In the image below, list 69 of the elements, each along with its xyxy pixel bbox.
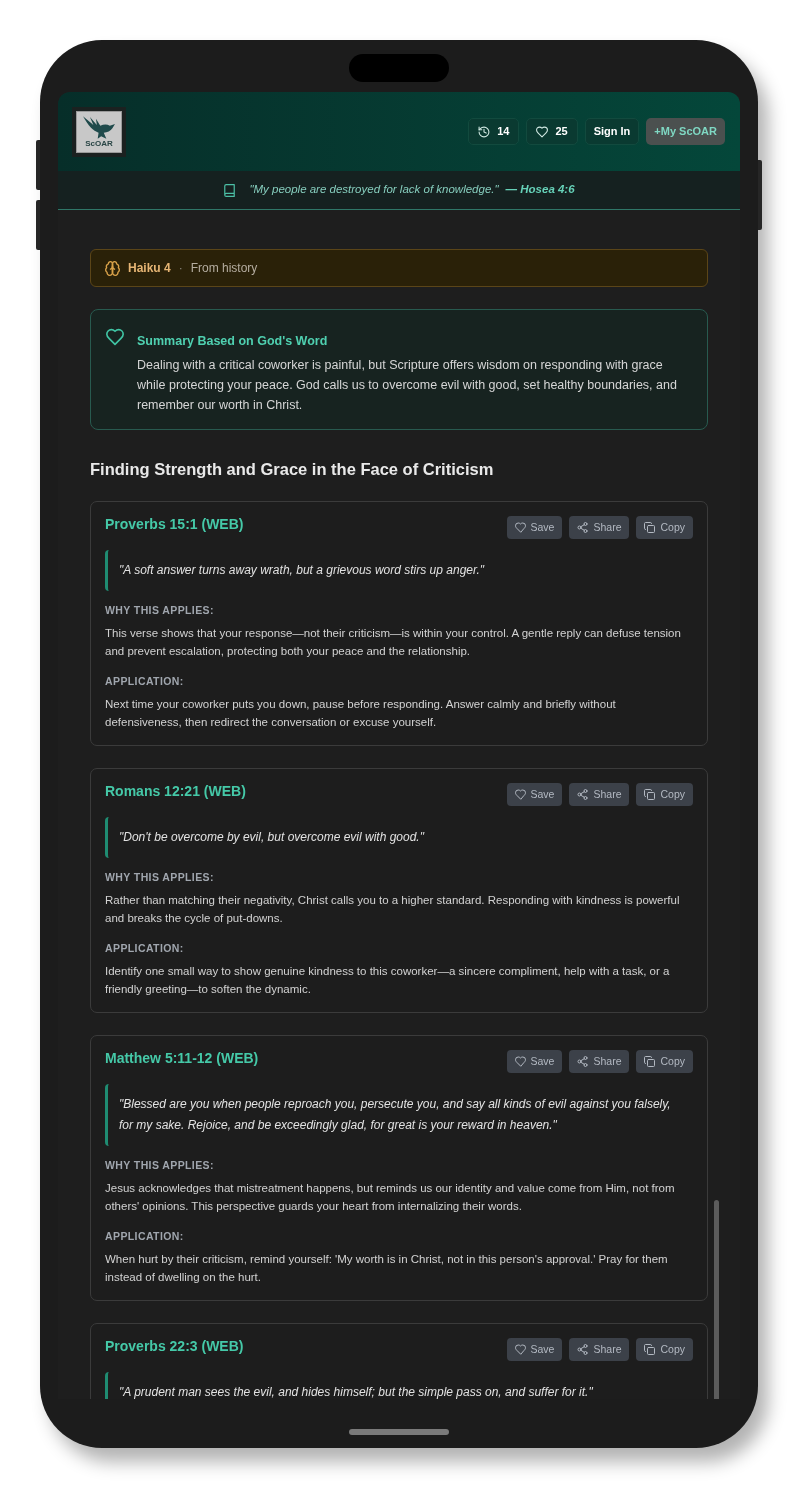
explanation-text: Rather than matching their negativity, Christ calls you to a higher standard. Responding with kindness is powerful and breaks the cycle of put-downs. bbox=[105, 893, 681, 926]
save-button[interactable]: Save bbox=[506, 783, 563, 806]
share-icon bbox=[577, 1344, 589, 1355]
verse-reference: Proverbs 15:1 (WEB) bbox=[105, 516, 244, 533]
explanation-text: Jesus acknowledges that mistreatment happens, but reminds us our identity and value come from Him, not from others' opinions. This perspective guards your heart from internalizing their words. bbox=[105, 1181, 676, 1214]
share-button[interactable]: Share bbox=[569, 783, 630, 806]
save-button[interactable]: Save bbox=[506, 1338, 563, 1361]
history-button[interactable]: 14 bbox=[468, 118, 520, 145]
logo-text: ScOAR bbox=[85, 138, 113, 148]
verse-reference: Matthew 5:11-12 (WEB) bbox=[105, 1050, 259, 1067]
logo-tile[interactable]: ScOAR bbox=[72, 106, 126, 157]
heart-icon bbox=[514, 1344, 526, 1355]
copy-icon bbox=[644, 1344, 656, 1355]
verse-reference: Proverbs 22:3 (WEB) bbox=[105, 1338, 244, 1355]
history-icon bbox=[478, 125, 491, 138]
side-button[interactable] bbox=[36, 140, 40, 190]
section-label: APPLICATION: bbox=[105, 674, 185, 688]
summary-text: Dealing with a critical coworker is painful, but Scripture offers wisdom on responding with grace while protecting your peace. God calls us to overcome evil with good, set healthy boundaries, and remember our worth in Christ. bbox=[137, 357, 678, 414]
section-heading: Finding Strength and Grace in the Face of Criticism bbox=[90, 459, 494, 480]
favorites-button[interactable]: 25 bbox=[526, 118, 578, 145]
explanation-text: This verse shows that your response—not their criticism—is within your control. A gentle reply can defuse tension and prevent escalation, protecting both your peace and the relationship. bbox=[105, 626, 682, 659]
share-button[interactable]: Share bbox=[569, 516, 630, 539]
copy-icon bbox=[644, 522, 656, 533]
heart-icon bbox=[514, 1056, 526, 1067]
scrollbar-thumb[interactable] bbox=[714, 1200, 719, 1399]
application-text: Identify one small way to show genuine kindness to this coworker—a sincere compliment, help with a task, or a friendly greeting—to soften the dynamic. bbox=[105, 964, 671, 997]
scripture-quote: "A prudent man sees the evil, and hides himself; but the simple pass on, and suffer for it." bbox=[105, 1372, 693, 1399]
heart-icon bbox=[514, 522, 526, 533]
share-button[interactable]: Share bbox=[569, 1338, 630, 1361]
source-label: From history bbox=[190, 260, 258, 277]
brain-icon bbox=[105, 260, 120, 276]
side-button[interactable] bbox=[758, 160, 762, 230]
book-icon bbox=[223, 182, 237, 198]
verse-reference: Romans 12:21 (WEB) bbox=[105, 783, 246, 800]
copy-icon bbox=[644, 789, 656, 800]
separator-dot: · bbox=[178, 260, 183, 277]
section-label: WHY THIS APPLIES: bbox=[105, 1158, 215, 1172]
side-button[interactable] bbox=[36, 200, 40, 250]
share-button[interactable]: Share bbox=[569, 1050, 630, 1073]
copy-button[interactable]: Copy bbox=[636, 1050, 693, 1073]
application-text: Next time your coworker puts you down, pause before responding. Answer calmly and briefly without defensiveness, then redirect the conversation or excuse yourself. bbox=[105, 697, 617, 730]
scripture-quote: "Blessed are you when people reproach you, persecute you, and say all kinds of evil against you falsely, for my sake. Rejoice, and be exceedingly glad, for great is your reward in heaven." bbox=[105, 1084, 693, 1146]
heart-icon bbox=[536, 125, 549, 138]
my-scoar-button[interactable]: +My ScOAR bbox=[646, 118, 725, 145]
scripture-quote: "Don't be overcome by evil, but overcome evil with good." bbox=[105, 817, 693, 858]
copy-button[interactable]: Copy bbox=[636, 783, 693, 806]
model-name: Haiku 4 bbox=[128, 260, 171, 277]
heart-icon bbox=[105, 328, 125, 346]
copy-icon bbox=[644, 1056, 656, 1067]
heart-icon bbox=[514, 789, 526, 800]
copy-button[interactable]: Copy bbox=[636, 1338, 693, 1361]
banner-reference: — Hosea 4:6 bbox=[505, 182, 575, 198]
share-icon bbox=[577, 1056, 589, 1067]
summary-title: Summary Based on God's Word bbox=[137, 333, 329, 349]
share-icon bbox=[577, 789, 589, 800]
banner-quote: "My people are destroyed for lack of knowledge." bbox=[249, 182, 499, 198]
share-icon bbox=[577, 522, 589, 533]
scripture-quote: "A soft answer turns away wrath, but a grievous word stirs up anger." bbox=[105, 550, 693, 591]
save-button[interactable]: Save bbox=[506, 516, 563, 539]
section-label: APPLICATION: bbox=[105, 1229, 185, 1243]
home-indicator[interactable] bbox=[349, 1429, 449, 1435]
bird-icon bbox=[83, 115, 115, 139]
section-label: WHY THIS APPLIES: bbox=[105, 870, 215, 884]
section-label: WHY THIS APPLIES: bbox=[105, 603, 215, 617]
save-button[interactable]: Save bbox=[506, 1050, 563, 1073]
section-label: APPLICATION: bbox=[105, 941, 185, 955]
application-text: When hurt by their criticism, remind yourself: 'My worth is in Christ, not in this person's approval.' Pray for them instead of dwelling on the hurt. bbox=[105, 1252, 669, 1285]
sign-in-button[interactable]: Sign In bbox=[584, 118, 640, 145]
copy-button[interactable]: Copy bbox=[636, 516, 693, 539]
